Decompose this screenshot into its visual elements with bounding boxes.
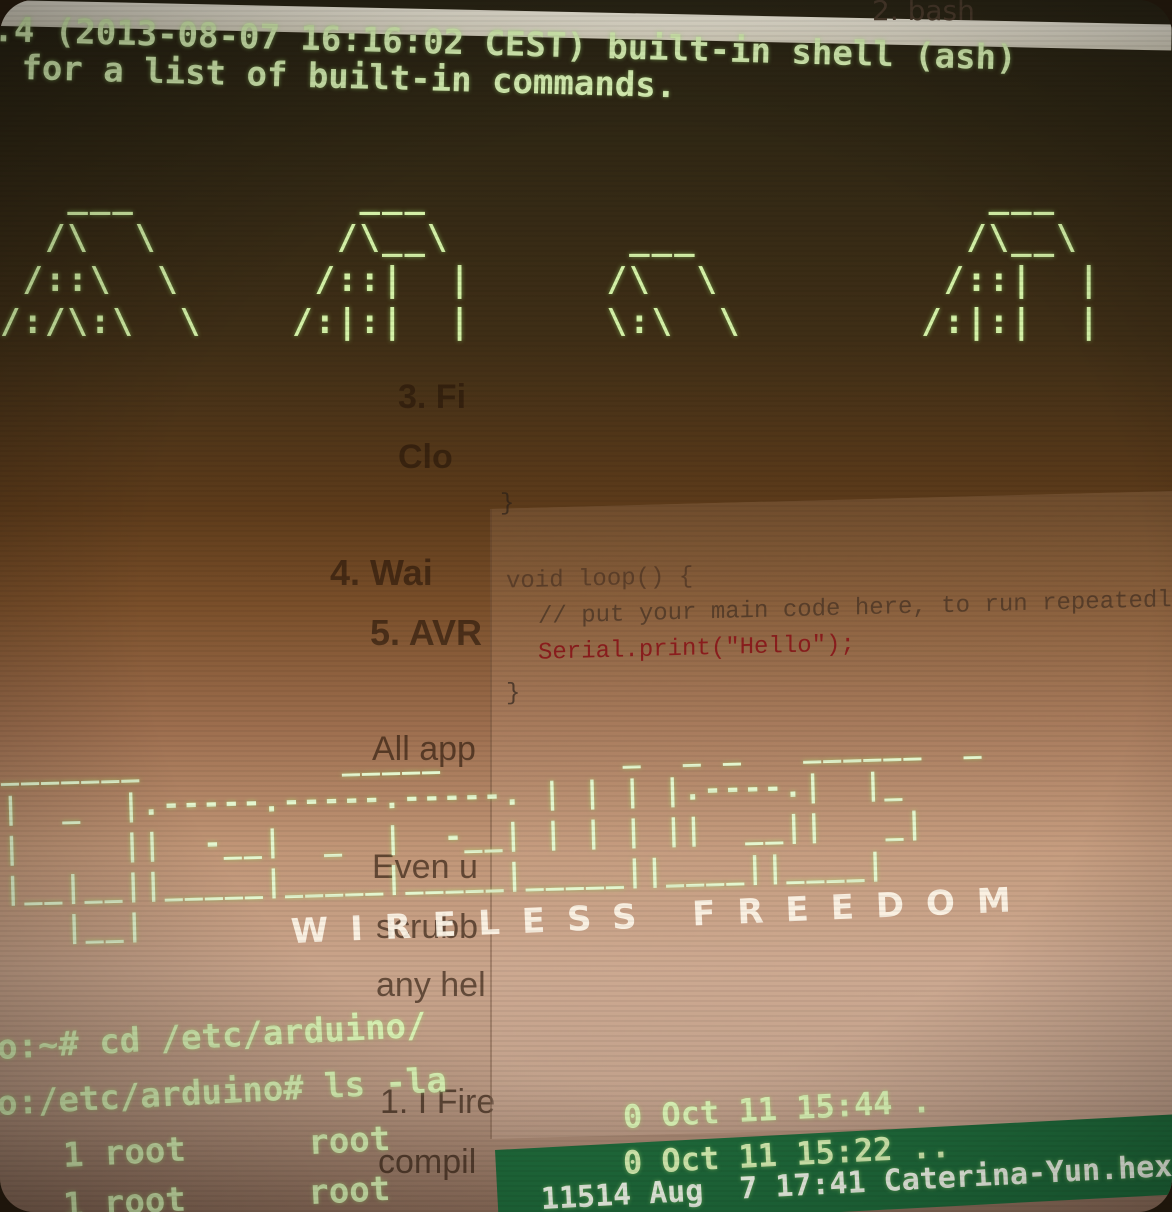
code-print: Serial.print("Hello"); <box>538 631 855 667</box>
photo-scene: 2. bash 3. Fi Clo 4. Wai 5. AVR All app … <box>0 0 1172 1212</box>
ascii-logo-art: ___ ___ ___ ___ ___ /\ \ /\__\ ___ /\__\… <box>0 176 1102 342</box>
code-end-brace: } <box>506 680 521 708</box>
code-loop: void loop() { <box>506 563 694 596</box>
code-comment: // put your main code here, to run repea… <box>538 586 1172 631</box>
page-compil: compil <box>378 1143 477 1181</box>
page-any-hel: any hel <box>376 966 486 1004</box>
page-step-3: 3. Fi <box>398 378 467 416</box>
page-step-3-sub: Clo <box>398 438 453 476</box>
page-step-4: 4. Wai <box>330 552 433 593</box>
page-step-5: 5. AVR <box>370 612 483 653</box>
code-close-brace: } <box>500 490 515 518</box>
